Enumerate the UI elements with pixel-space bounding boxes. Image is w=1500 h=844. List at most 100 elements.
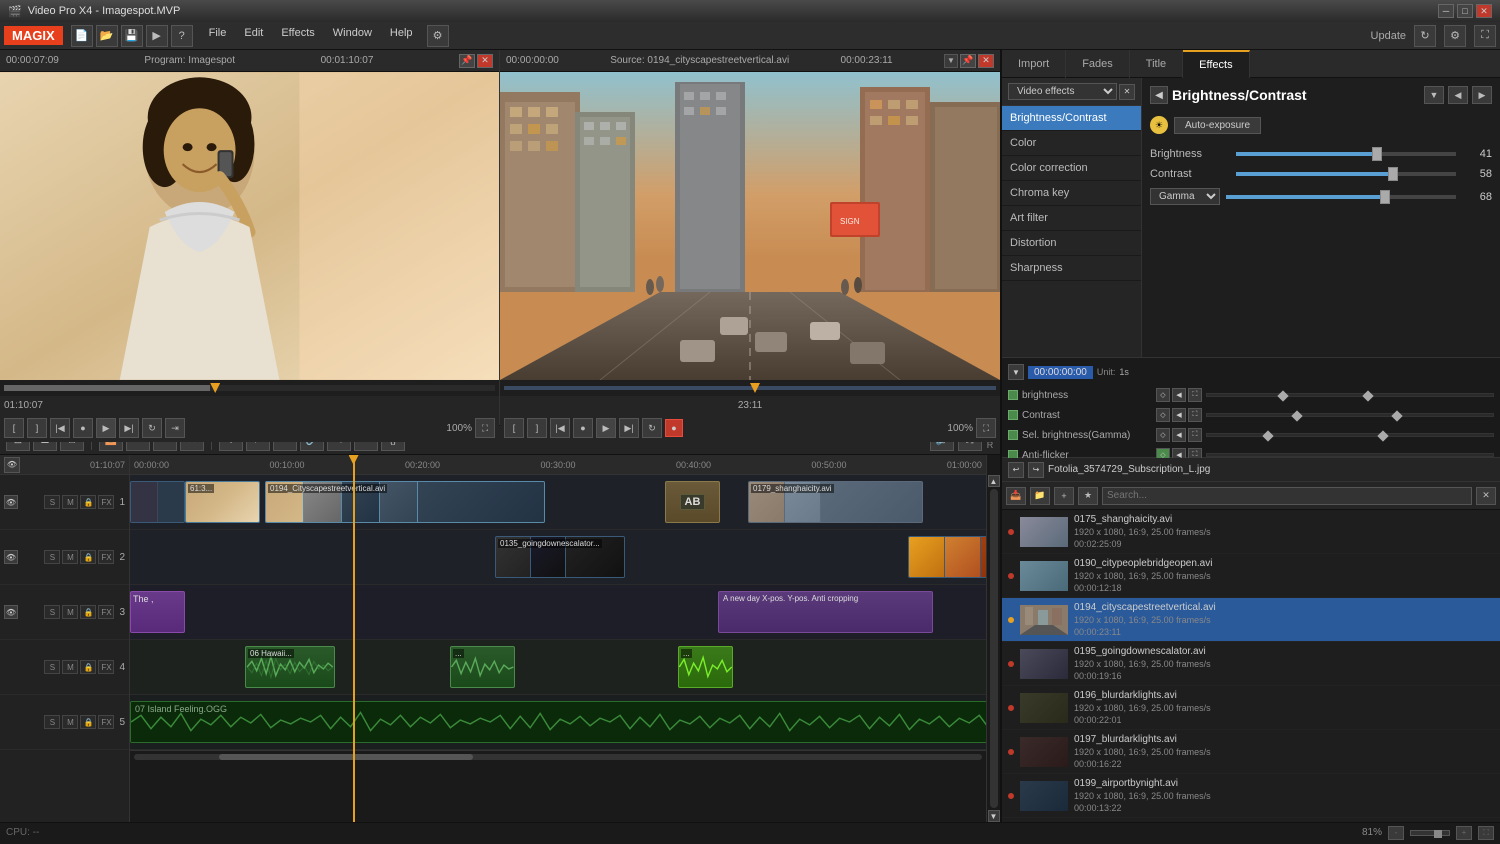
kf-collapse[interactable]: ▼ — [1008, 364, 1024, 380]
clip-track4-audio3[interactable]: ... — [678, 646, 733, 688]
media-item-0194[interactable]: 0194_cityscapestreetvertical.avi 1920 x … — [1002, 598, 1500, 642]
src-zoom-btn[interactable]: ⛶ — [976, 418, 996, 438]
mp-folder[interactable]: 📁 — [1030, 487, 1050, 505]
effect-distortion[interactable]: Distortion — [1002, 231, 1141, 256]
track1-vis[interactable]: 👁 — [4, 495, 18, 509]
effects-close[interactable]: ✕ — [1119, 84, 1135, 100]
kf-check-gamma[interactable] — [1008, 430, 1018, 440]
effect-color[interactable]: Color — [1002, 131, 1141, 156]
prog-zoom-btn[interactable]: ⛶ — [475, 418, 495, 438]
media-item-0196[interactable]: 0196_blurdarklights.avi 1920 x 1080, 16:… — [1002, 686, 1500, 730]
kf-add-gamma[interactable]: ◇ — [1156, 428, 1170, 442]
effects-prev[interactable]: ◀ — [1150, 86, 1168, 104]
kf-expand-contrast[interactable]: ⛶ — [1188, 408, 1202, 422]
zoom-thumb[interactable] — [1434, 830, 1442, 838]
vscroll-down[interactable]: ▼ — [988, 810, 1000, 822]
effect-sharpness[interactable]: Sharpness — [1002, 256, 1141, 281]
track-all-vis[interactable]: 👁 — [4, 457, 20, 473]
track1-solo[interactable]: S — [44, 495, 60, 509]
prog-stop[interactable]: ● — [73, 418, 93, 438]
render-button[interactable]: ▶ — [146, 25, 168, 47]
track4-lock[interactable]: 🔒 — [80, 660, 96, 674]
contrast-track[interactable] — [1236, 172, 1456, 176]
settings-button[interactable]: ⚙ — [1444, 25, 1466, 47]
track2-fx[interactable]: FX — [98, 550, 114, 564]
media-item-0197[interactable]: 0197_blurdarklights.avi 1920 x 1080, 16:… — [1002, 730, 1500, 774]
mp-search-btn[interactable]: ✕ — [1476, 487, 1496, 505]
track5-fx[interactable]: FX — [98, 715, 114, 729]
new-button[interactable]: 📄 — [71, 25, 93, 47]
clip-track4-audio2[interactable]: ... — [450, 646, 515, 688]
effect-color-correction[interactable]: Color correction — [1002, 156, 1141, 181]
src-loop[interactable]: ↻ — [642, 418, 662, 438]
src-prev[interactable]: |◀ — [550, 418, 570, 438]
menu-window[interactable]: Window — [325, 25, 380, 47]
timeline-scrollbar[interactable] — [130, 750, 986, 762]
track3-vis[interactable]: 👁 — [4, 605, 18, 619]
track4-solo[interactable]: S — [44, 660, 60, 674]
effect-brightness-contrast[interactable]: Brightness/Contrast — [1002, 106, 1141, 131]
clip-track4-hawaii1[interactable]: 06 Hawaii... — [245, 646, 335, 688]
source-progress[interactable] — [504, 386, 996, 390]
kf-add-brightness[interactable]: ◇ — [1156, 388, 1170, 402]
track1-lock[interactable]: 🔒 — [80, 495, 96, 509]
menu-file[interactable]: File — [201, 25, 235, 47]
prog-play[interactable]: ▶ — [96, 418, 116, 438]
clip-track1-ab[interactable]: AB — [665, 481, 720, 523]
media-search-input[interactable] — [1102, 487, 1472, 505]
kf-check-brightness[interactable] — [1008, 390, 1018, 400]
src-play[interactable]: ▶ — [596, 418, 616, 438]
mp-import[interactable]: 📥 — [1006, 487, 1026, 505]
kf-track-contrast[interactable] — [1206, 413, 1494, 417]
src-mark-in[interactable]: [ — [504, 418, 524, 438]
track2-solo[interactable]: S — [44, 550, 60, 564]
brightness-track[interactable] — [1236, 152, 1456, 156]
source-close-btn[interactable]: ✕ — [978, 54, 994, 68]
contrast-thumb[interactable] — [1388, 167, 1398, 181]
kf-track-gamma[interactable] — [1206, 433, 1494, 437]
kf-check-contrast[interactable] — [1008, 410, 1018, 420]
bottom-zoom-in[interactable]: + — [1456, 826, 1472, 840]
effect-art-filter[interactable]: Art filter — [1002, 206, 1141, 231]
bottom-zoom-out[interactable]: - — [1388, 826, 1404, 840]
track5-solo[interactable]: S — [44, 715, 60, 729]
program-progress[interactable] — [4, 385, 495, 391]
clip-track1-0[interactable] — [130, 481, 185, 523]
media-item-0190[interactable]: 0190_citypeoplebridgeopen.avi 1920 x 108… — [1002, 554, 1500, 598]
prog-mark-in[interactable]: [ — [4, 418, 24, 438]
clip-track2-escalator[interactable]: 0135_goingdownescalator... — [495, 536, 625, 578]
gamma-track[interactable] — [1226, 195, 1456, 199]
scrollbar-thumb[interactable] — [219, 754, 473, 760]
effects-down-btn[interactable]: ▼ — [1424, 86, 1444, 104]
kf-expand-brightness[interactable]: ⛶ — [1188, 388, 1202, 402]
menu-effects[interactable]: Effects — [273, 25, 322, 47]
close-button[interactable]: ✕ — [1476, 4, 1492, 18]
update-button[interactable]: ↻ — [1414, 25, 1436, 47]
prog-skip[interactable]: ⇥ — [165, 418, 185, 438]
track3-solo[interactable]: S — [44, 605, 60, 619]
tab-import[interactable]: Import — [1002, 50, 1066, 78]
mp-add[interactable]: + — [1054, 487, 1074, 505]
track3-lock[interactable]: 🔒 — [80, 605, 96, 619]
track1-fx[interactable]: FX — [98, 495, 114, 509]
track3-fx[interactable]: FX — [98, 605, 114, 619]
monitor-close-btn[interactable]: ✕ — [477, 54, 493, 68]
effects-next-btn[interactable]: ▶ — [1472, 86, 1492, 104]
source-dropdown[interactable]: ▼ — [944, 54, 958, 68]
prog-mark-out[interactable]: ] — [27, 418, 47, 438]
clip-track3-the[interactable]: The , — [130, 591, 185, 633]
kf-expand-gamma[interactable]: ⛶ — [1188, 428, 1202, 442]
track2-vis[interactable]: 👁 — [4, 550, 18, 564]
prog-loop[interactable]: ↻ — [142, 418, 162, 438]
maximize-button[interactable]: □ — [1457, 4, 1473, 18]
media-item-0175[interactable]: 0175_shanghaicity.avi 1920 x 1080, 16:9,… — [1002, 510, 1500, 554]
clip-track3-anewday[interactable]: A new day X-pos. Y-pos. Anti cropping — [718, 591, 933, 633]
vscroll-up[interactable]: ▲ — [988, 475, 1000, 487]
tab-title[interactable]: Title — [1130, 50, 1183, 78]
scrollbar-track[interactable] — [134, 754, 982, 760]
tab-fades[interactable]: Fades — [1066, 50, 1130, 78]
bottom-zoom-slider[interactable] — [1410, 830, 1450, 836]
monitor-pin-btn[interactable]: 📌 — [459, 54, 475, 68]
clip-track1-shanghai[interactable]: 0179_shanghaicity.avi — [748, 481, 923, 523]
track5-lock[interactable]: 🔒 — [80, 715, 96, 729]
